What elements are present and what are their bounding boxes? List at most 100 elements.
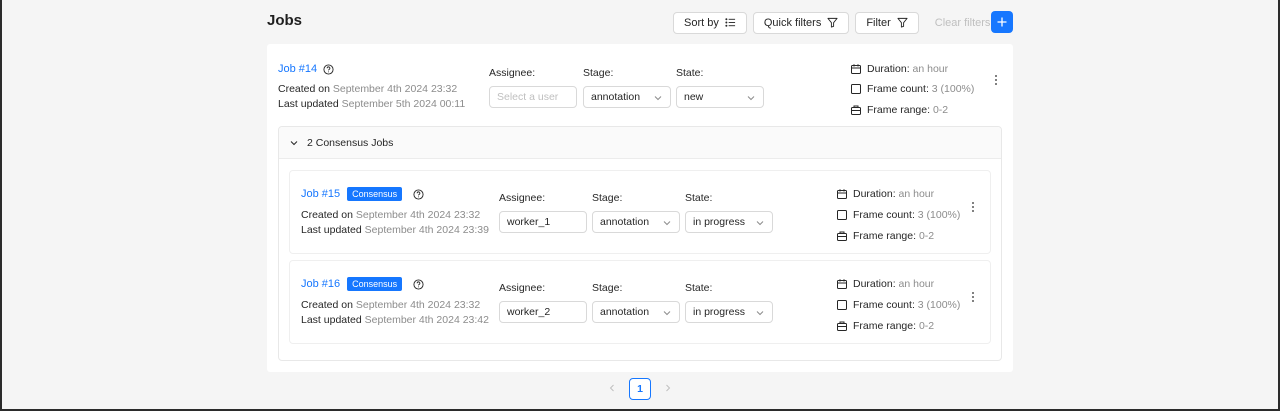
chevron-down-icon [756,221,764,226]
chevron-down-icon [654,96,662,101]
state-value: in progress [693,216,745,228]
sort-by-label: Sort by [684,16,719,29]
state-select[interactable]: in progress [685,301,773,323]
frame-count-stat: Frame count: 3 (100%) [837,209,960,221]
page-number-button[interactable]: 1 [629,378,651,400]
chevron-down-icon [756,311,764,316]
quick-filters-label: Quick filters [763,16,822,29]
filter-icon [827,17,838,28]
checkbox-icon [851,84,861,94]
stage-value: annotation [600,306,650,318]
stage-label: Stage: [592,192,623,204]
assignee-label: Assignee: [499,282,546,294]
frame-range-label: Frame range: [853,230,917,242]
chevron-down-icon [747,96,755,101]
filter-button[interactable]: Filter [855,11,919,34]
assignee-label: Assignee: [499,192,546,204]
stage-value: annotation [600,216,650,228]
duration-stat: Duration: an hour [851,63,948,75]
state-label: State: [676,67,704,79]
state-value: in progress [693,306,745,318]
window-edge-left [0,0,2,411]
stage-label: Stage: [583,67,614,79]
job-card-16: Job #16 Consensus Created on September 4… [289,260,991,344]
calendar-icon [837,279,847,289]
duration-label: Duration: [867,63,910,75]
updated-label: Last updated [301,224,362,236]
kebab-icon[interactable] [971,292,975,302]
sort-by-button[interactable]: Sort by [673,11,747,34]
duration-value: an hour [912,63,949,75]
frame-count-label: Frame count: [867,83,929,95]
state-select[interactable]: new [676,86,764,108]
state-label: State: [685,192,713,204]
frame-range-value: 0-2 [932,104,949,116]
toolbar: Sort by Quick filters Filter Clear filte… [673,11,1006,34]
assignee-input[interactable]: Select a user [489,86,577,108]
chevron-left-icon[interactable] [608,384,616,392]
frame-range-label: Frame range: [867,104,931,116]
updated-date: September 4th 2024 23:39 [364,224,489,236]
help-icon[interactable] [413,188,424,200]
help-icon[interactable] [323,63,334,75]
frame-count-value: 3 (100%) [931,83,975,95]
consensus-jobs-panel: 2 Consensus Jobs Job #15 Consensus Creat… [278,126,1002,361]
frame-count-stat: Frame count: 3 (100%) [851,83,974,95]
chevron-down-icon [663,221,671,226]
created-label: Created on [301,209,353,221]
pagination: 1 [0,378,1280,400]
consensus-header[interactable]: 2 Consensus Jobs [279,127,1001,159]
consensus-badge: Consensus [347,277,403,291]
job-card-15: Job #15 Consensus Created on September 4… [289,170,991,254]
state-select[interactable]: in progress [685,211,773,233]
frame-count-value: 3 (100%) [917,299,961,311]
frame-count-value: 3 (100%) [917,209,961,221]
page-title: Jobs [267,12,303,29]
duration-value: an hour [898,188,935,200]
kebab-icon[interactable] [971,202,975,212]
frame-range-stat: Frame range: 0-2 [837,230,934,242]
assignee-label: Assignee: [489,67,536,79]
assignee-input[interactable]: worker_2 [499,301,587,323]
stage-label: Stage: [592,282,623,294]
frame-count-label: Frame count: [853,299,915,311]
updated-label: Last updated [301,314,362,326]
assignee-input[interactable]: worker_1 [499,211,587,233]
stage-select[interactable]: annotation [592,301,680,323]
created-date: September 4th 2024 23:32 [332,83,458,95]
frame-range-stat: Frame range: 0-2 [851,104,948,116]
help-icon[interactable] [413,278,424,290]
frame-range-icon [837,321,847,331]
job-link[interactable]: Job #16 [301,278,340,290]
quick-filters-button[interactable]: Quick filters [752,11,850,34]
duration-stat: Duration: an hour [837,188,934,200]
created-date: September 4th 2024 23:32 [355,299,481,311]
stage-select[interactable]: annotation [583,86,671,108]
plus-icon [997,17,1007,27]
frame-range-icon [851,105,861,115]
updated-date: September 4th 2024 23:42 [364,314,489,326]
frame-range-value: 0-2 [918,230,935,242]
jobs-panel: Job #14 Created on September 4th 2024 23… [267,44,1013,372]
stage-value: annotation [591,91,641,103]
clear-filters-button[interactable]: Clear filters [925,12,1001,34]
add-job-button[interactable] [991,11,1013,33]
checkbox-icon [837,300,847,310]
calendar-icon [837,189,847,199]
consensus-header-label: 2 Consensus Jobs [307,136,394,149]
created-label: Created on [301,299,353,311]
state-label: State: [685,282,713,294]
chevron-down-icon [290,140,298,145]
consensus-badge: Consensus [347,187,403,201]
job-link[interactable]: Job #14 [278,63,317,75]
kebab-icon[interactable] [994,75,998,85]
chevron-right-icon[interactable] [664,384,672,392]
updated-label: Last updated [278,98,339,110]
duration-label: Duration: [853,278,896,290]
updated-date: September 5th 2024 00:11 [341,98,466,110]
stage-select[interactable]: annotation [592,211,680,233]
state-value: new [684,91,704,103]
job-link[interactable]: Job #15 [301,188,340,200]
filter-icon [897,17,908,28]
calendar-icon [851,64,861,74]
